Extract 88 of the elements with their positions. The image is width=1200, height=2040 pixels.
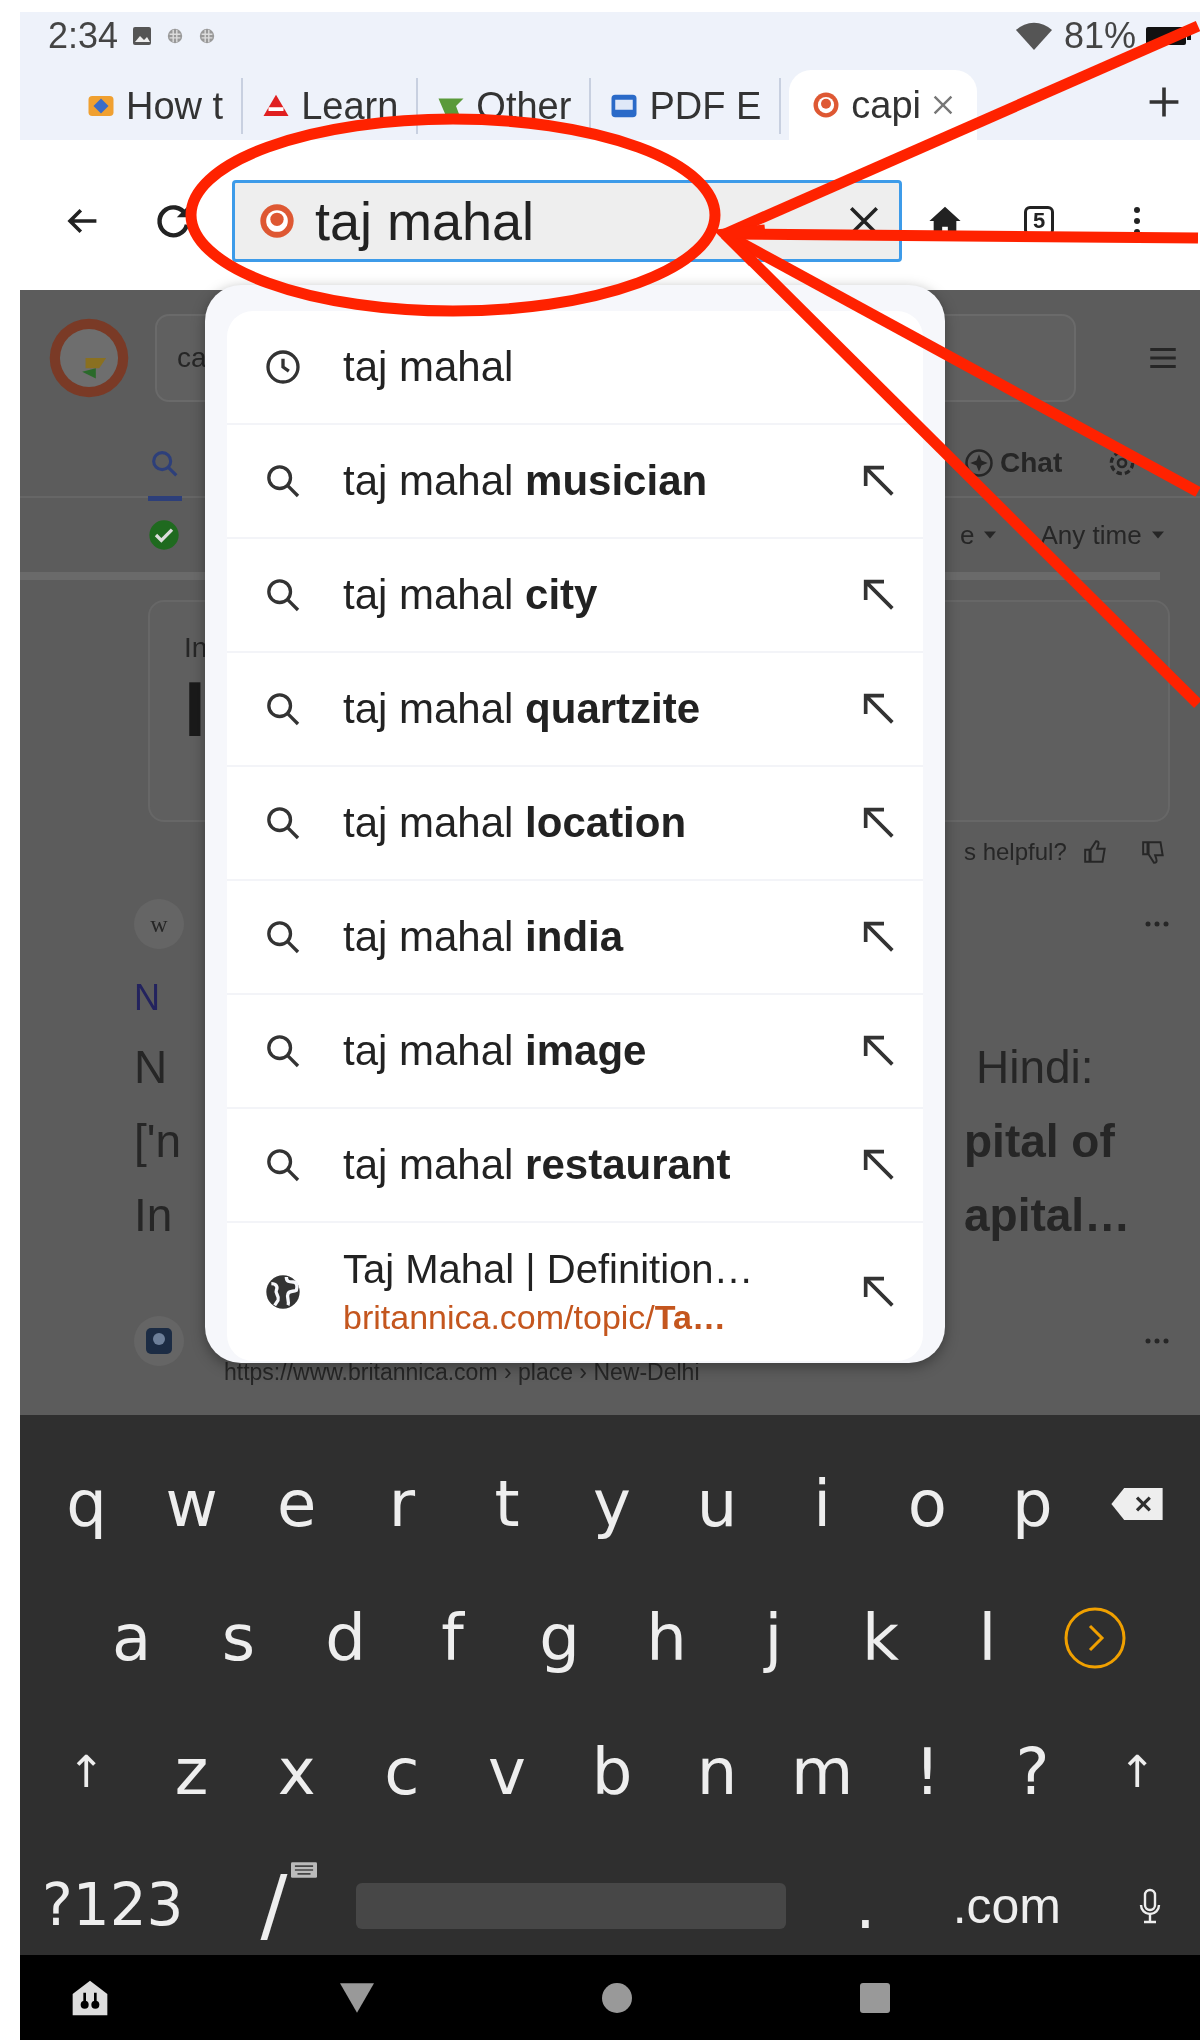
keyboard-key[interactable]: g bbox=[506, 1602, 613, 1674]
keyboard-key[interactable]: . bbox=[847, 1870, 884, 1942]
keyboard-key[interactable]: r bbox=[349, 1468, 455, 1540]
suggestion-title: Taj Mahal | Definition… bbox=[343, 1247, 754, 1292]
backspace-icon bbox=[1111, 1488, 1164, 1520]
keyboard-key[interactable]: z bbox=[139, 1736, 245, 1808]
suggestion-item[interactable]: taj mahal india bbox=[227, 881, 923, 995]
wifi-icon bbox=[1013, 20, 1054, 52]
suggestion-item[interactable]: taj mahal bbox=[227, 311, 923, 425]
keyboard-key[interactable]: k bbox=[827, 1602, 934, 1674]
suggestion-item[interactable]: taj mahal image bbox=[227, 995, 923, 1109]
notification-icon bbox=[166, 27, 185, 45]
card-heading: I bbox=[184, 664, 206, 755]
symbols-key[interactable]: ?123 bbox=[34, 1874, 192, 1938]
slash-key[interactable]: / bbox=[252, 1862, 296, 1950]
suggestion-item[interactable]: taj mahal quartzite bbox=[227, 653, 923, 767]
suggestion-item[interactable]: Taj Mahal | Definition… britannica.com/topic/Ta… bbox=[227, 1223, 923, 1361]
suggestion-text: taj mahal bbox=[343, 343, 515, 391]
browser-tab[interactable]: Learn bbox=[243, 78, 419, 134]
card-label: In bbox=[184, 632, 208, 664]
suggestion-item[interactable]: taj mahal location bbox=[227, 767, 923, 881]
status-time: 2:34 bbox=[48, 15, 119, 57]
microphone-icon bbox=[1138, 1888, 1162, 1924]
go-icon bbox=[1062, 1606, 1127, 1670]
keyboard-key[interactable]: b bbox=[559, 1736, 665, 1808]
keyboard-key[interactable]: ! bbox=[874, 1736, 980, 1808]
caret-icon bbox=[984, 531, 997, 539]
tab-title: capi bbox=[851, 83, 921, 127]
keyboard-key[interactable]: q bbox=[34, 1468, 140, 1540]
keyboard-key[interactable]: n bbox=[664, 1736, 770, 1808]
sparkle-icon bbox=[964, 447, 994, 478]
history-icon bbox=[263, 347, 303, 387]
notification-icon bbox=[198, 27, 217, 45]
suggestion-text: taj mahal india bbox=[343, 913, 625, 961]
keyboard-key[interactable]: ? bbox=[979, 1736, 1085, 1808]
keyboard-key[interactable]: .com bbox=[944, 1878, 1070, 1934]
keyboard-key[interactable]: l bbox=[934, 1602, 1041, 1674]
keyboard-key[interactable]: w bbox=[139, 1468, 245, 1540]
keyboard-key[interactable]: t bbox=[454, 1468, 560, 1540]
suggestion-text: taj mahal restaurant bbox=[343, 1141, 732, 1189]
home-circle-icon[interactable] bbox=[602, 1982, 632, 2013]
keyboard-icon bbox=[291, 1862, 318, 1878]
caret-icon bbox=[1151, 531, 1164, 539]
site-favicon: w bbox=[134, 899, 184, 949]
tab-title: How t bbox=[126, 84, 224, 128]
keyboard-key[interactable]: h bbox=[613, 1602, 720, 1674]
keyboard-key[interactable]: v bbox=[454, 1736, 560, 1808]
keyboard-key[interactable]: i bbox=[769, 1468, 875, 1540]
close-icon[interactable] bbox=[931, 93, 955, 117]
thumbs-up-icon[interactable] bbox=[1082, 839, 1109, 865]
suggestion-url: britannica.com/topic/Ta… bbox=[343, 1298, 726, 1337]
keyboard-key[interactable]: u bbox=[664, 1468, 770, 1540]
keyboard-key[interactable]: m bbox=[769, 1736, 875, 1808]
suggestion-text: taj mahal image bbox=[343, 1027, 648, 1075]
browser-tab[interactable]: How t bbox=[68, 78, 244, 134]
browser-tab[interactable]: PDF E bbox=[591, 78, 782, 134]
image-icon bbox=[132, 26, 153, 46]
suggestion-text: taj mahal location bbox=[343, 799, 688, 847]
battery-percent: 81% bbox=[1063, 15, 1136, 57]
keyboard-key[interactable]: y bbox=[559, 1468, 665, 1540]
recents-square-icon[interactable] bbox=[860, 1982, 890, 2013]
keyboard-key[interactable]: f bbox=[399, 1602, 506, 1674]
keyboard-key[interactable]: a bbox=[78, 1602, 185, 1674]
globe-icon bbox=[263, 1272, 303, 1312]
keyboard-key[interactable]: x bbox=[244, 1736, 350, 1808]
keyboard-key[interactable]: c bbox=[349, 1736, 455, 1808]
suggestion-text: taj mahal musician bbox=[343, 457, 709, 505]
keyboard-key[interactable]: d bbox=[292, 1602, 399, 1674]
thumbs-down-icon[interactable] bbox=[1140, 839, 1167, 865]
keyboard-key[interactable]: e bbox=[244, 1468, 350, 1540]
shift-key[interactable]: ↑ bbox=[34, 1747, 140, 1797]
keyboard-key[interactable]: s bbox=[185, 1602, 292, 1674]
suggestion-item[interactable]: taj mahal musician bbox=[227, 425, 923, 539]
keyboard-key[interactable]: j bbox=[720, 1602, 827, 1674]
url-field[interactable]: taj mahal bbox=[232, 180, 902, 262]
tab-title: Learn bbox=[301, 84, 399, 128]
suggestion-text: taj mahal quartzite bbox=[343, 685, 702, 733]
suggestion-item[interactable]: taj mahal restaurant bbox=[227, 1109, 923, 1223]
site-favicon-icon bbox=[134, 1316, 184, 1366]
suggestion-item[interactable]: taj mahal city bbox=[227, 539, 923, 653]
keyboard-key[interactable]: p bbox=[979, 1468, 1085, 1540]
suggestion-text: taj mahal city bbox=[343, 571, 599, 619]
back-triangle-icon[interactable] bbox=[340, 1982, 374, 2013]
shift-key[interactable]: ↑ bbox=[1084, 1747, 1191, 1797]
keyboard-key[interactable]: o bbox=[874, 1468, 980, 1540]
tab-title: PDF E bbox=[649, 84, 762, 128]
browser-tab[interactable]: capi bbox=[789, 70, 977, 140]
check-icon bbox=[148, 519, 180, 551]
